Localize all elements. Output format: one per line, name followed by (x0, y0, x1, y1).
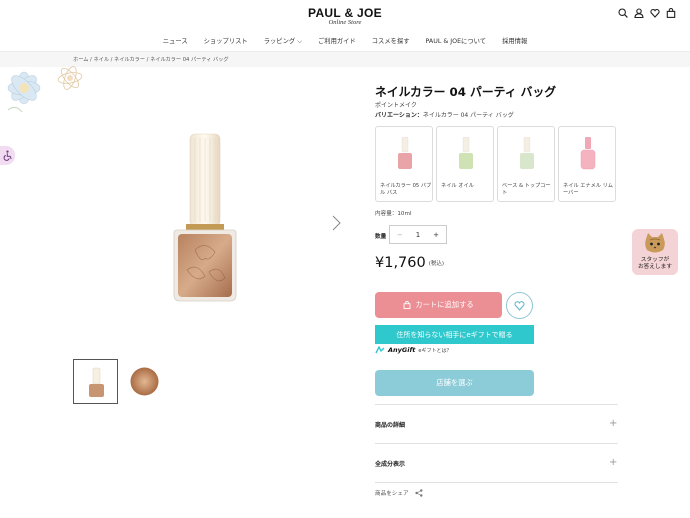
quantity-increment[interactable]: + (433, 231, 439, 239)
bottle-icon (398, 137, 412, 169)
swatch-thumb-icon (130, 367, 159, 396)
add-to-cart-label: カートに追加する (415, 300, 474, 309)
accessibility-button[interactable] (0, 146, 15, 165)
select-store-button[interactable]: 店舗を選ぶ (375, 370, 534, 396)
wheelchair-icon (3, 150, 12, 161)
product-volume: 内容量：10ml (375, 211, 412, 217)
nav-item-news[interactable]: ニュース (163, 36, 188, 46)
product-image (173, 133, 237, 302)
product-category: ポイントメイク (375, 102, 417, 109)
anygift-logo-icon (375, 346, 385, 354)
bottle-icon (580, 137, 596, 170)
anygift-question[interactable]: eギフトとは？ (418, 347, 451, 354)
staff-widget-text: スタッフが お答えします (632, 257, 678, 271)
logo-sub: Online Store (328, 19, 362, 26)
expand-icon[interactable]: + (609, 458, 617, 468)
logo-main: PAUL & JOE (308, 6, 382, 20)
quantity-stepper: − 1 + (389, 225, 447, 244)
nav-item-recruit[interactable]: 採用情報 (502, 36, 527, 46)
breadcrumb[interactable]: ホーム / ネイル / ネイルカラー / ネイルカラー 04 パーティ バッグ (73, 56, 229, 63)
next-image-arrow[interactable] (330, 214, 342, 232)
egift-button[interactable]: 住所を知らない相手にeギフトで贈る (375, 325, 534, 344)
main-nav: ニュース ショップリスト ラッピング ⌵ ご利用ガイド コスメを探す PAUL … (0, 36, 690, 46)
favorite-button[interactable] (506, 292, 533, 319)
product-price: ¥1,760 (税込) (375, 255, 444, 271)
heart-icon (514, 301, 525, 311)
user-icon[interactable] (634, 8, 644, 18)
nav-item-about[interactable]: PAUL & JOEについて (426, 36, 487, 46)
quantity-value[interactable]: 1 (416, 231, 420, 239)
product-title: ネイルカラー 04 パーティ バッグ (375, 85, 557, 99)
variation-card[interactable]: ネイル エナメル リムーバー (558, 126, 616, 202)
expand-icon[interactable]: + (609, 419, 617, 429)
cat-icon (645, 233, 665, 253)
header-icons (618, 8, 676, 18)
price-value: ¥1,760 (375, 255, 426, 271)
quantity-label: 数量 (375, 234, 387, 240)
add-to-cart-button[interactable]: カートに追加する (375, 292, 502, 318)
nav-item-find-cosme[interactable]: コスメを探す (372, 36, 410, 46)
variation-card-name: ネイルカラー 05 バブル バス (380, 183, 432, 196)
divider (375, 482, 618, 483)
divider (375, 443, 618, 444)
accordion-details[interactable]: 商品の詳細 (375, 420, 405, 429)
nav-item-wrapping[interactable]: ラッピング ⌵ (264, 36, 302, 46)
nav-item-shoplist[interactable]: ショップリスト (204, 36, 248, 46)
share-label: 商品をシェア (375, 491, 409, 497)
thumbnail-swatch[interactable] (122, 359, 167, 404)
variation-card-name: ベース & トップコート (502, 183, 551, 196)
heart-icon[interactable] (650, 8, 660, 18)
accordion-ingredients[interactable]: 全成分表示 (375, 459, 405, 468)
staff-line-2: お答えします (637, 264, 673, 270)
flower-decoration (7, 66, 83, 113)
product-variation: バリエーション：ネイルカラー 04 パーティ バッグ (375, 110, 514, 119)
share-row: 商品をシェア (375, 489, 423, 497)
anygift-info[interactable]: AnyGift eギフトとは？ (375, 346, 451, 354)
logo[interactable]: PAUL & JOE Online Store (0, 6, 690, 26)
nav-item-guide[interactable]: ご利用ガイド (318, 36, 356, 46)
variation-card-name: ネイル オイル (441, 183, 474, 189)
price-tax: (税込) (428, 261, 445, 267)
variation-card-name: ネイル エナメル リムーバー (563, 183, 613, 196)
staff-line-1: スタッフが (640, 257, 670, 263)
bottle-icon (520, 137, 534, 169)
search-icon[interactable] (618, 8, 628, 18)
variation-label: バリエーション： (375, 112, 423, 119)
anygift-brand: AnyGift (388, 346, 416, 354)
variation-card[interactable]: ネイルカラー 05 バブル バス (375, 126, 433, 202)
thumbnail-bottle[interactable] (73, 359, 118, 404)
variation-card[interactable]: ネイル オイル (436, 126, 494, 202)
bag-icon (403, 301, 411, 309)
bag-icon[interactable] (666, 8, 676, 18)
staff-chat-widget[interactable]: スタッフが お答えします (632, 229, 678, 275)
variation-card[interactable]: ベース & トップコート (497, 126, 555, 202)
variation-value: ネイルカラー 04 パーティ バッグ (422, 112, 514, 119)
share-icon[interactable] (414, 489, 423, 497)
bottle-icon (459, 137, 473, 169)
divider (375, 404, 618, 405)
bottle-thumb-icon (89, 367, 104, 397)
quantity-decrement[interactable]: − (397, 231, 403, 239)
